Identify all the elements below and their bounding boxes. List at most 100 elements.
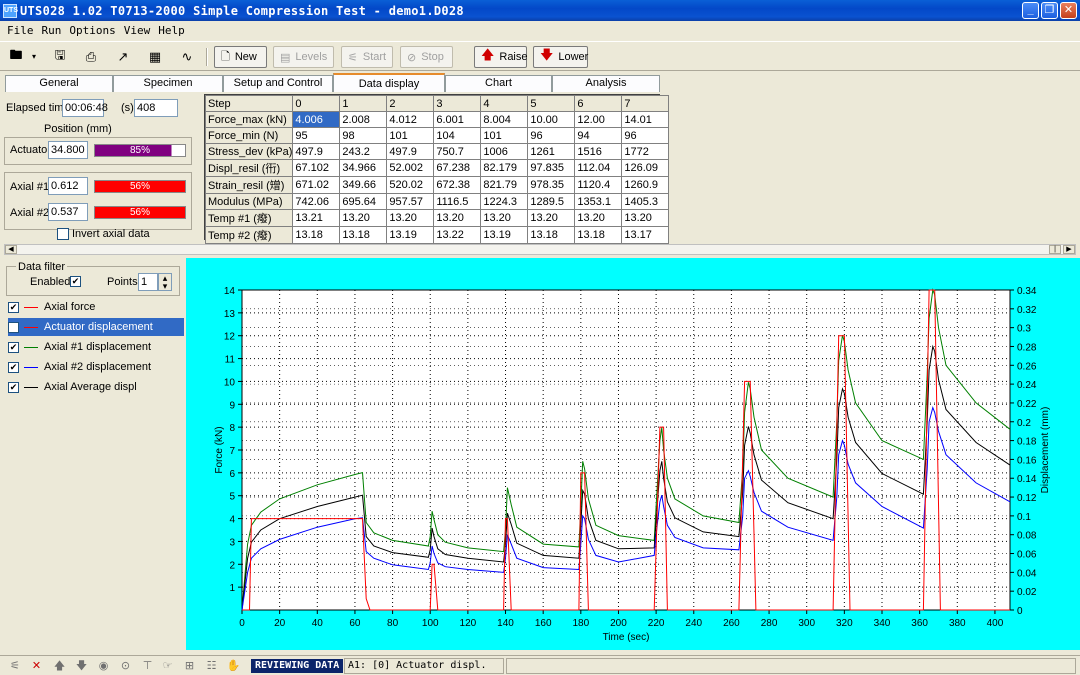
save-disk-icon[interactable]: 🖫 xyxy=(48,45,72,68)
table-cell[interactable]: 695.64 xyxy=(339,193,388,210)
table-cell[interactable]: 1120.4 xyxy=(574,176,623,194)
start-button[interactable]: ⚟ Start xyxy=(341,46,393,68)
table-cell[interactable]: 13.20 xyxy=(574,209,623,227)
stack-icon[interactable]: ☷ xyxy=(204,659,219,673)
hand-point-icon[interactable]: ☞ xyxy=(160,659,175,673)
table-cell[interactable]: 4.012 xyxy=(386,111,435,128)
table-cell[interactable]: 2.008 xyxy=(339,111,388,128)
points-spinner-icon[interactable]: ▴ ▾ xyxy=(158,273,172,291)
table-cell[interactable]: 97.835 xyxy=(527,159,576,177)
table-cell[interactable]: 13.17 xyxy=(621,226,670,244)
table-cell[interactable]: 67.238 xyxy=(433,159,482,177)
table-cell[interactable]: 2 xyxy=(386,95,435,112)
maximize-button[interactable]: ❐ xyxy=(1041,2,1058,19)
table-cell[interactable]: 96 xyxy=(621,127,670,144)
table-cell[interactable]: 34.966 xyxy=(339,159,388,177)
table-cell[interactable]: 5 xyxy=(527,95,576,112)
table-cell[interactable]: 13.20 xyxy=(480,209,529,227)
series-item[interactable]: Actuator displacement xyxy=(8,318,184,336)
table-cell[interactable]: 13.18 xyxy=(527,226,576,244)
table-cell[interactable]: 104 xyxy=(433,127,482,144)
table-cell[interactable]: 750.7 xyxy=(433,143,482,160)
table-cell[interactable]: 14.01 xyxy=(621,111,670,128)
table-cell[interactable]: 1006 xyxy=(480,143,529,160)
table-cell[interactable]: 1261 xyxy=(527,143,576,160)
filter-enabled-checkbox[interactable]: ✔ xyxy=(70,276,81,287)
table-row-header[interactable]: Force_max (kN) xyxy=(204,111,294,128)
table-cell[interactable]: 520.02 xyxy=(386,176,435,194)
series-item[interactable]: ✔ Axial #2 displacement xyxy=(8,358,184,376)
series-item[interactable]: ✔ Axial Average displ xyxy=(8,378,184,396)
table-cell[interactable]: 1353.1 xyxy=(574,193,623,210)
table-cell[interactable]: 4.006 xyxy=(292,111,341,128)
levels-button[interactable]: ▤ Levels xyxy=(273,46,334,68)
tab-general[interactable]: General xyxy=(5,75,113,92)
series-checkbox[interactable] xyxy=(8,321,19,333)
table-cell[interactable]: 12.00 xyxy=(574,111,623,128)
table-row-header[interactable]: Displ_resil (衎) xyxy=(204,159,294,177)
table-cell[interactable]: 821.79 xyxy=(480,176,529,194)
table-cell[interactable]: 96 xyxy=(527,127,576,144)
table-cell[interactable]: 6.001 xyxy=(433,111,482,128)
tab-setup-and-control[interactable]: Setup and Control xyxy=(223,75,333,92)
waveform-icon[interactable]: ∿ xyxy=(175,45,199,68)
table-cell[interactable]: 978.35 xyxy=(527,176,576,194)
calculator-icon[interactable]: ▦ xyxy=(143,45,167,68)
table-cell[interactable]: 497.9 xyxy=(292,143,341,160)
menu-run[interactable]: Run xyxy=(38,24,66,37)
new-button[interactable]: 🗋 New xyxy=(214,46,267,68)
table-cell[interactable]: 1772 xyxy=(621,143,670,160)
table-cell[interactable]: 13.18 xyxy=(292,226,341,244)
table-row-header[interactable]: Force_min (N) xyxy=(204,127,294,144)
up-arrow-icon[interactable]: 🡅 xyxy=(52,659,67,673)
lower-button[interactable]: 🡇 Lower xyxy=(533,46,588,68)
zoom-icon[interactable]: ⊞ xyxy=(182,659,197,673)
tool-icon[interactable]: ⊤ xyxy=(140,659,155,673)
scroll-right-arrow-icon[interactable]: ▶ xyxy=(1063,245,1075,254)
hand-icon[interactable]: ✋ xyxy=(226,659,241,673)
table-cell[interactable]: 13.18 xyxy=(339,226,388,244)
table-cell[interactable]: 13.20 xyxy=(339,209,388,227)
chart-tool-icon[interactable]: ⚟ xyxy=(4,659,26,673)
table-cell[interactable]: 112.04 xyxy=(574,159,623,177)
minimize-button[interactable]: _ xyxy=(1022,2,1039,19)
print-icon[interactable]: ⎙ xyxy=(79,45,103,68)
series-checkbox[interactable]: ✔ xyxy=(8,301,19,313)
table-cell[interactable]: 101 xyxy=(480,127,529,144)
table-row-header[interactable]: Strain_resil (矰) xyxy=(204,176,294,194)
table-row-header[interactable]: Modulus (MPa) xyxy=(204,193,294,210)
table-cell[interactable]: 10.00 xyxy=(527,111,576,128)
table-cell[interactable]: 3 xyxy=(433,95,482,112)
gauge-icon[interactable]: ⊙ xyxy=(118,659,133,673)
table-cell[interactable]: 672.38 xyxy=(433,176,482,194)
table-cell[interactable]: 1516 xyxy=(574,143,623,160)
invert-axial-checkbox[interactable] xyxy=(57,228,69,240)
table-cell[interactable]: 671.02 xyxy=(292,176,341,194)
table-cell[interactable]: 349.66 xyxy=(339,176,388,194)
table-cell[interactable]: 497.9 xyxy=(386,143,435,160)
table-cell[interactable]: 8.004 xyxy=(480,111,529,128)
delete-icon[interactable]: ✕ xyxy=(29,659,44,673)
scroll-thumb[interactable]: | xyxy=(1049,245,1061,254)
series-checkbox[interactable]: ✔ xyxy=(8,361,19,373)
table-cell[interactable]: 82.179 xyxy=(480,159,529,177)
points-field[interactable]: 1 xyxy=(138,273,158,291)
table-cell[interactable]: 243.2 xyxy=(339,143,388,160)
table-cell[interactable]: 1289.5 xyxy=(527,193,576,210)
open-folder-icon[interactable]: 🖿 xyxy=(4,45,28,68)
series-checkbox[interactable]: ✔ xyxy=(8,341,19,353)
open-dropdown-chevron-icon[interactable]: ▾ xyxy=(28,45,40,68)
table-cell[interactable]: 13.20 xyxy=(386,209,435,227)
down-arrow-icon[interactable]: 🡇 xyxy=(74,659,89,673)
table-cell[interactable]: 52.002 xyxy=(386,159,435,177)
table-cell[interactable]: 13.22 xyxy=(433,226,482,244)
tab-data-display[interactable]: Data display xyxy=(333,73,445,92)
table-cell[interactable]: 0 xyxy=(292,95,341,112)
table-cell[interactable]: 95 xyxy=(292,127,341,144)
tab-specimen[interactable]: Specimen xyxy=(113,75,223,92)
table-row-header[interactable]: Stress_dev (kPa) xyxy=(204,143,294,160)
table-cell[interactable]: 13.20 xyxy=(527,209,576,227)
table-cell[interactable]: 101 xyxy=(386,127,435,144)
table-row-header[interactable]: Temp #1 (癈) xyxy=(204,209,294,227)
table-cell[interactable]: 6 xyxy=(574,95,623,112)
